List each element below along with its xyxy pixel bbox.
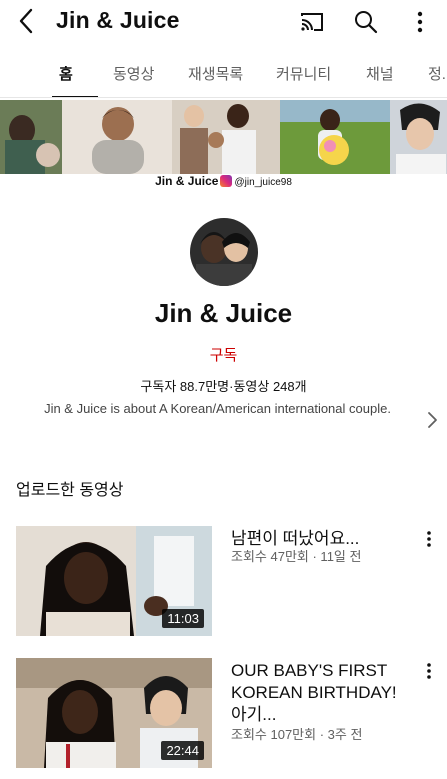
tab-videos[interactable]: 동영상	[113, 63, 154, 84]
tab-playlists[interactable]: 재생목록	[188, 63, 243, 84]
banner-photo-couple-baby	[0, 100, 62, 174]
video-thumbnail[interactable]: 11:03	[16, 526, 212, 636]
video-title[interactable]: OUR BABY'S FIRST KOREAN BIRTHDAY! 아기...	[231, 660, 409, 726]
banner-photo-family	[172, 100, 280, 174]
video-meta: 조회수 47만회 · 11일 전	[231, 549, 362, 564]
instagram-icon	[220, 175, 233, 187]
tab-home[interactable]: 홈	[59, 63, 73, 84]
video-duration: 11:03	[162, 609, 204, 628]
banner-instagram-handle: @jin_juice98	[234, 177, 292, 188]
video-item[interactable]: 11:03 남편이 떠났어요... 조회수 47만회 · 11일 전	[0, 526, 447, 638]
channel-description[interactable]: Jin & Juice is about A Korean/American i…	[30, 398, 405, 419]
banner-name: Jin & Juice	[155, 174, 219, 188]
banner-photo-baby-ball	[280, 100, 390, 174]
tab-about[interactable]: 정.	[428, 63, 446, 84]
video-thumbnail[interactable]: 22:44	[16, 658, 212, 768]
banner-caption: Jin & Juice @jin_juice98	[0, 174, 447, 188]
channel-banner	[0, 100, 447, 174]
video-item[interactable]: 22:44 OUR BABY'S FIRST KOREAN BIRTHDAY! …	[0, 658, 447, 770]
channel-name: Jin & Juice	[154, 298, 293, 328]
tab-channels[interactable]: 채널	[366, 63, 394, 84]
tab-active-indicator	[52, 96, 98, 97]
channel-avatar[interactable]	[190, 218, 258, 286]
banner-photo-man	[390, 100, 447, 174]
channel-title: Jin & Juice	[56, 7, 180, 33]
top-app-bar: Jin & Juice	[0, 0, 447, 44]
more-vertical-icon[interactable]	[406, 8, 434, 36]
tab-community[interactable]: 커뮤니티	[276, 63, 331, 84]
chevron-right-icon[interactable]	[424, 410, 440, 430]
search-icon[interactable]	[352, 8, 380, 36]
channel-tabs: 홈 동영상 재생목록 커뮤니티 채널 정.	[0, 52, 447, 98]
video-more-icon[interactable]	[420, 660, 438, 682]
video-duration: 22:44	[161, 741, 204, 760]
uploads-heading: 업로드한 동영상	[16, 482, 124, 499]
video-meta: 조회수 107만회 · 3주 전	[231, 727, 363, 742]
cast-icon[interactable]	[298, 8, 326, 36]
banner-photo-baby	[62, 100, 172, 174]
channel-stats: 구독자 88.7만명·동영상 248개	[140, 379, 307, 394]
video-more-icon[interactable]	[420, 528, 438, 550]
subscribe-button[interactable]: 구독	[0, 344, 447, 365]
arrow-back-icon[interactable]	[14, 6, 40, 36]
